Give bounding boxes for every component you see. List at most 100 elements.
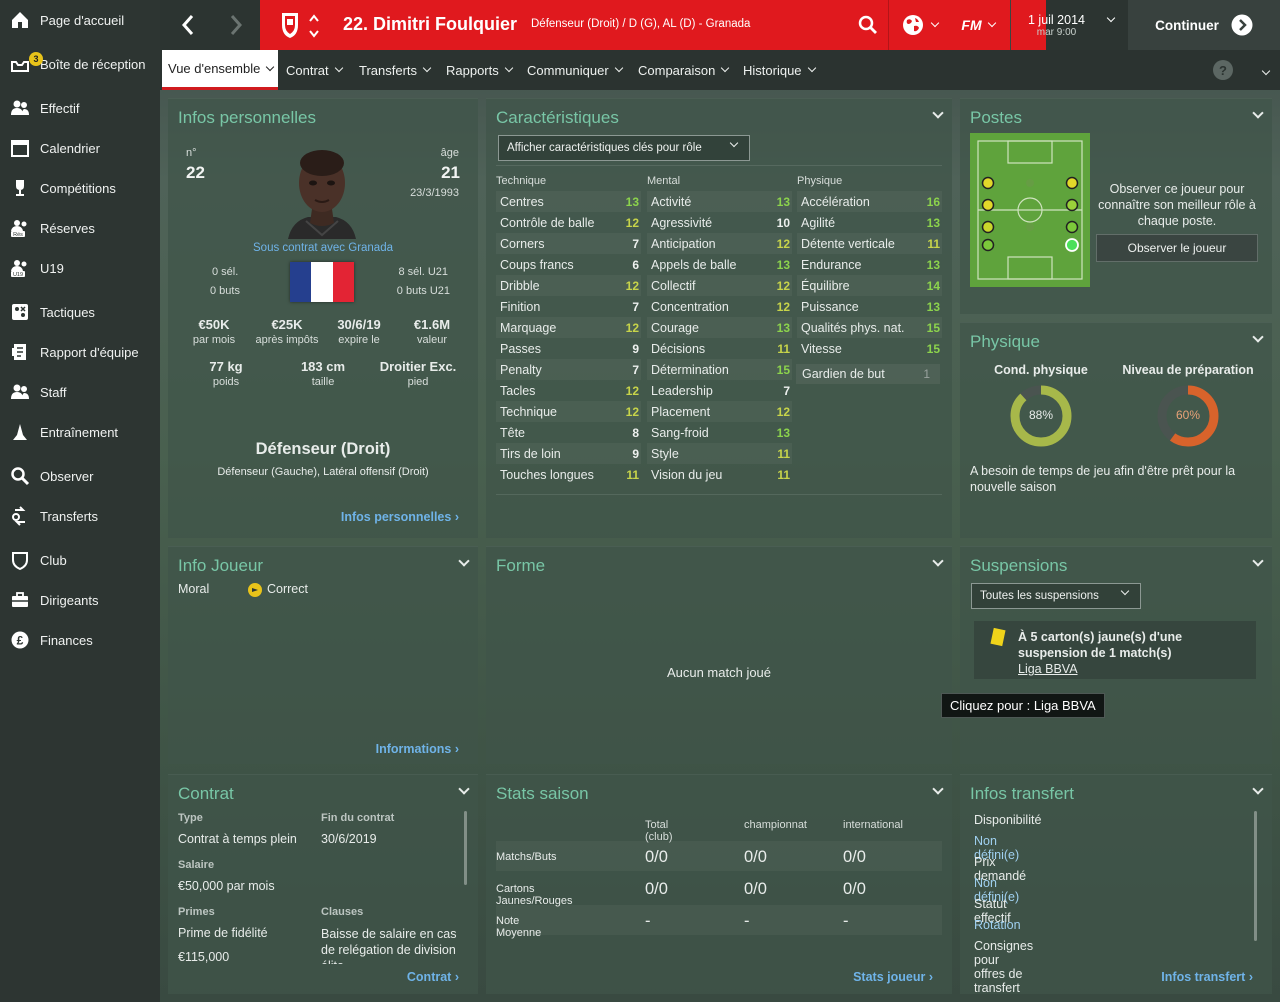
tab-4[interactable]: Communiquer: [521, 50, 627, 90]
back-button[interactable]: [164, 0, 212, 50]
globe-icon: [902, 15, 923, 35]
physique-note: A besoin de temps de jeu afin d'être prê…: [970, 464, 1236, 494]
attribute-value: 11: [927, 236, 940, 251]
attribute-value: 12: [625, 278, 639, 293]
attribute-value: 9: [632, 446, 639, 461]
attribute-name: Marquage: [500, 320, 557, 335]
stats-row: [496, 841, 942, 871]
attribute-value: 13: [926, 257, 940, 272]
sidebar-item-label: Dirigeants: [40, 592, 99, 608]
contract-end: 30/6/2019: [321, 832, 377, 846]
world-menu-button[interactable]: [894, 0, 944, 50]
sidebar-item-trophy[interactable]: Compétitions: [0, 170, 160, 206]
sidebar-item-label: Compétitions: [40, 180, 116, 196]
sidebar-item-u19[interactable]: U19 U19: [0, 250, 160, 286]
attribute-row: Technique 12: [496, 401, 641, 422]
sidebar-item-home[interactable]: Page d'accueil: [0, 2, 160, 38]
date-button[interactable]: 1 juil 2014 mar 9:00: [1010, 0, 1128, 50]
continue-button[interactable]: Continuer: [1128, 0, 1280, 50]
attribute-name: Finition: [500, 299, 541, 314]
attribute-row: Détente verticale 11: [797, 233, 942, 254]
panel-collapse-icon[interactable]: [932, 107, 944, 119]
player-switch-down-icon[interactable]: [308, 27, 320, 42]
attribute-name: Technique: [500, 404, 557, 419]
tab-1[interactable]: Contrat: [280, 50, 348, 90]
panel-collapse-icon[interactable]: [458, 555, 470, 567]
sidebar-item-tactics[interactable]: Tactiques: [0, 294, 160, 330]
attribute-value: 13: [776, 257, 790, 272]
search-button[interactable]: [848, 0, 888, 50]
sidebar-item-transfers[interactable]: Transferts: [0, 498, 160, 534]
contract-link[interactable]: Contrat ›: [407, 970, 459, 984]
svg-text:£: £: [17, 634, 24, 648]
form-empty-message: Aucun match joué: [666, 665, 772, 680]
attribute-value: 14: [926, 278, 940, 293]
tab-label: Rapports: [446, 62, 499, 78]
sidebar-item-report[interactable]: Rapport d'équipe: [0, 334, 160, 370]
attribute-row: Coups francs 6: [496, 254, 641, 275]
attribute-value: 8: [632, 425, 639, 440]
fm-menu-button[interactable]: FM: [948, 0, 1008, 50]
sidebar-item-squad[interactable]: Effectif: [0, 90, 160, 126]
sidebar-item-board[interactable]: Dirigeants: [0, 582, 160, 618]
informations-link[interactable]: Informations ›: [376, 742, 459, 756]
sidebar-item-inbox[interactable]: 3 Boîte de réception: [0, 46, 160, 82]
sidebar-item-training[interactable]: Entraînement: [0, 414, 160, 450]
scout-player-button[interactable]: Observer le joueur: [1096, 234, 1258, 262]
panel-collapse-icon[interactable]: [1252, 783, 1264, 795]
panel-collapse-icon[interactable]: [1252, 107, 1264, 119]
attribute-row: Appels de balle 13: [647, 254, 792, 275]
attribute-value: 11: [777, 467, 790, 482]
tab-0[interactable]: Vue d'ensemble: [162, 50, 278, 90]
player-switch-up-icon[interactable]: [308, 11, 320, 26]
panel-collapse-icon[interactable]: [1252, 555, 1264, 567]
panel-collapse-icon[interactable]: [458, 783, 470, 795]
attribute-name: Touches longues: [500, 467, 594, 482]
sidebar-item-club[interactable]: Club: [0, 542, 160, 578]
panel-collapse-icon[interactable]: [932, 783, 944, 795]
tab-5[interactable]: Comparaison: [632, 50, 732, 90]
scrollbar[interactable]: [1254, 811, 1257, 941]
sidebar-item-reserves[interactable]: Rés Réserves: [0, 210, 160, 246]
attribute-name: Sang-froid: [651, 425, 709, 440]
panel-title: Forme: [496, 556, 546, 575]
stats-value: 0/0: [843, 880, 866, 898]
tab-3[interactable]: Rapports: [440, 50, 516, 90]
role-attributes-dropdown[interactable]: Afficher caractéristiques clés pour rôle: [498, 135, 750, 161]
scrollbar[interactable]: [464, 811, 467, 885]
sidebar-item-calendar[interactable]: Calendrier: [0, 130, 160, 166]
suspensions-panel: Suspensions Toutes les suspensions À 5 c…: [960, 546, 1272, 764]
panel-collapse-icon[interactable]: [1252, 331, 1264, 343]
personal-info-link[interactable]: Infos personnelles ›: [341, 510, 459, 524]
panel-title: Suspensions: [970, 556, 1068, 575]
competition-link[interactable]: Liga BBVA: [1018, 662, 1078, 676]
contract-club-link[interactable]: Sous contrat avec Granada: [168, 242, 478, 254]
tab-6[interactable]: Historique: [737, 50, 816, 90]
tab-2[interactable]: Transferts: [353, 50, 435, 90]
attribute-value: 12: [625, 383, 639, 398]
u21-goals: 0 buts U21: [396, 285, 450, 297]
chevron-down-icon: [422, 63, 432, 73]
transfer-info-link[interactable]: Infos transfert ›: [1161, 970, 1253, 984]
panel-title: Infos transfert: [970, 784, 1074, 803]
sidebar-item-label: U19: [40, 260, 64, 276]
player-stats-link[interactable]: Stats joueur ›: [853, 970, 933, 984]
panel-collapse-icon[interactable]: [932, 555, 944, 567]
attribute-row: Endurance 13: [797, 254, 942, 275]
sidebar-item-staff[interactable]: Staff: [0, 374, 160, 410]
tab-menu-chevron-icon[interactable]: [1256, 62, 1271, 77]
sidebar-item-finances[interactable]: £ Finances: [0, 622, 160, 658]
sidebar-item-search[interactable]: Observer: [0, 458, 160, 494]
wage-value: €50K: [198, 317, 230, 332]
help-icon[interactable]: ?: [1213, 60, 1233, 80]
suspensions-filter-dropdown[interactable]: Toutes les suspensions: [971, 583, 1141, 609]
attribute-value: 7: [632, 236, 639, 251]
attribute-value: 1: [923, 367, 930, 381]
attribute-row: Marquage 12: [496, 317, 641, 338]
morale-value: Correct: [267, 582, 308, 596]
attribute-name: Qualités phys. nat.: [801, 320, 905, 335]
attribute-row: Courage 13: [647, 317, 792, 338]
end-label: Fin du contrat: [321, 812, 395, 824]
forward-button[interactable]: [212, 0, 260, 50]
stats-value: 0/0: [843, 848, 866, 866]
